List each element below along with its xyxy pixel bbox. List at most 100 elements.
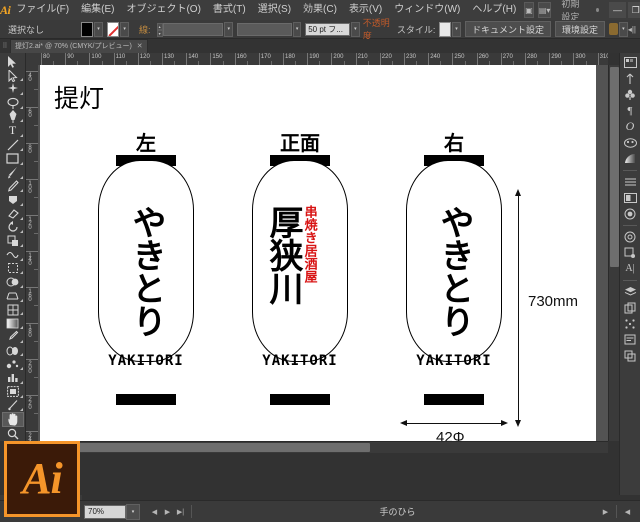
- zoom-level-field[interactable]: 70%: [84, 504, 126, 519]
- menu-select[interactable]: 選択(S): [252, 0, 297, 20]
- brushes-panel-icon[interactable]: [622, 87, 639, 102]
- links-panel-icon[interactable]: [622, 316, 639, 331]
- tool-hand[interactable]: [1, 412, 24, 428]
- appearance-panel-icon[interactable]: [622, 206, 639, 221]
- arrange-documents-icon[interactable]: ▤▾: [537, 2, 552, 18]
- tool-pencil[interactable]: [2, 180, 24, 194]
- bridge-icon[interactable]: ▣: [524, 2, 534, 18]
- menu-effect[interactable]: 効果(C): [297, 0, 343, 20]
- document-tab[interactable]: 提灯2.ai* @ 70% (CMYK/プレビュー) ✕: [10, 38, 148, 54]
- artboards-panel-icon[interactable]: [622, 300, 639, 315]
- style-dropdown-icon[interactable]: ▾: [452, 21, 461, 37]
- document-setup-button[interactable]: ドキュメント設定: [464, 21, 551, 37]
- ruler-label-v: 40: [27, 73, 33, 81]
- close-tab-icon[interactable]: ✕: [137, 42, 143, 50]
- gradient-panel-icon[interactable]: [622, 151, 639, 166]
- stroke-profile-dropdown-icon[interactable]: ▾: [292, 21, 302, 37]
- stroke-dropdown-icon[interactable]: ▾: [120, 21, 130, 37]
- stroke-weight-field[interactable]: [162, 22, 224, 36]
- paragraph-panel-icon[interactable]: ¶: [622, 103, 639, 118]
- tool-eyedropper[interactable]: [2, 330, 24, 344]
- brush-definition-field[interactable]: 50 pt フ...: [305, 22, 350, 36]
- tool-line-segment[interactable]: [2, 138, 24, 152]
- tool-magic-wand[interactable]: [2, 82, 24, 96]
- stroke-profile-field[interactable]: [236, 22, 292, 36]
- tool-blend[interactable]: [2, 344, 24, 358]
- document-info-icon[interactable]: [622, 332, 639, 347]
- next-artboard-button[interactable]: ▶: [161, 505, 174, 519]
- window-maximize-button[interactable]: ❐: [627, 2, 640, 18]
- menu-window[interactable]: ウィンドウ(W): [388, 0, 466, 20]
- tool-paintbrush[interactable]: [2, 166, 24, 180]
- fill-color-swatch[interactable]: [81, 21, 94, 37]
- transparency-panel-icon[interactable]: [622, 190, 639, 205]
- preferences-button[interactable]: 環境設定: [554, 21, 605, 37]
- tool-slice[interactable]: [2, 399, 24, 413]
- lantern-left[interactable]: 左 やきとり YAKITORI: [98, 127, 194, 427]
- stroke-weight-dropdown-icon[interactable]: ▾: [224, 21, 234, 37]
- tabbar-grip-icon[interactable]: ⠿: [0, 39, 10, 53]
- dock-divider-2: [623, 225, 637, 226]
- last-artboard-button[interactable]: ▶|: [174, 505, 187, 519]
- lantern-right[interactable]: 右 やきとり YAKITORI: [406, 127, 502, 427]
- tool-direct-selection[interactable]: [2, 69, 24, 83]
- vertical-scrollbar-thumb[interactable]: [610, 67, 619, 267]
- tool-zoom[interactable]: [2, 427, 24, 441]
- status-menu-icon[interactable]: ▶: [599, 505, 612, 519]
- menu-type[interactable]: 書式(T): [207, 0, 252, 20]
- tool-selection[interactable]: [2, 55, 24, 69]
- menu-help[interactable]: ヘルプ(H): [466, 0, 522, 20]
- tool-column-graph[interactable]: [2, 371, 24, 385]
- tool-gradient[interactable]: [2, 316, 24, 330]
- color-guide-icon[interactable]: [622, 71, 639, 86]
- menu-file[interactable]: ファイル(F): [10, 0, 75, 20]
- tool-blob-brush[interactable]: [2, 193, 24, 207]
- character-panel-icon[interactable]: O: [622, 119, 639, 134]
- tool-lasso[interactable]: [2, 96, 24, 110]
- symbols-panel-icon[interactable]: [622, 245, 639, 260]
- artboard[interactable]: 提灯 左 やきとり YAKITORI 正面 厚狭川 串焼き居酒屋 YAKITOR…: [40, 65, 596, 441]
- horizontal-scrollbar-thumb[interactable]: [40, 443, 370, 452]
- status-resize-grip-icon[interactable]: ◀: [621, 505, 634, 519]
- brush-dropdown-icon[interactable]: ▾: [350, 21, 360, 37]
- align-options-icon[interactable]: [608, 23, 619, 35]
- prev-artboard-button[interactable]: ◀: [148, 505, 161, 519]
- horizontal-scrollbar[interactable]: [38, 441, 608, 453]
- align-dropdown-icon[interactable]: ▾: [619, 21, 628, 37]
- tool-perspective-grid[interactable]: [2, 289, 24, 303]
- tool-symbol-sprayer[interactable]: [2, 357, 24, 371]
- lantern-front[interactable]: 正面 厚狭川 串焼き居酒屋 YAKITORI: [252, 127, 348, 427]
- graphic-styles-icon[interactable]: [622, 229, 639, 244]
- menu-object[interactable]: オブジェクト(O): [120, 0, 206, 20]
- tool-shape-builder[interactable]: [2, 275, 24, 289]
- color-panel-icon[interactable]: [622, 55, 639, 70]
- menu-edit[interactable]: 編集(E): [75, 0, 120, 20]
- stroke-color-swatch[interactable]: [107, 21, 120, 37]
- window-minimize-button[interactable]: —: [609, 2, 626, 18]
- ruler-tick-v: [26, 71, 38, 72]
- lantern-right-text-group: やきとり: [406, 205, 502, 355]
- layers-panel-icon[interactable]: [622, 284, 639, 299]
- tool-rotate[interactable]: [2, 221, 24, 235]
- ruler-tick-v: [26, 287, 38, 288]
- fill-dropdown-icon[interactable]: ▾: [94, 21, 103, 37]
- tool-scale[interactable]: [2, 234, 24, 248]
- control-bar-overflow-icon[interactable]: ◂||: [628, 25, 636, 34]
- stroke-panel-icon[interactable]: [622, 174, 639, 189]
- tool-artboard[interactable]: [2, 385, 24, 399]
- tool-free-transform[interactable]: [2, 262, 24, 276]
- character-styles-icon[interactable]: A|: [622, 261, 639, 276]
- tool-width[interactable]: [2, 248, 24, 262]
- current-tool-label[interactable]: 手のひら: [379, 505, 415, 518]
- swatches-panel-icon[interactable]: [622, 135, 639, 150]
- tool-pen[interactable]: [2, 110, 24, 124]
- canvas-area[interactable]: 提灯 左 やきとり YAKITORI 正面 厚狭川 串焼き居酒屋 YAKITOR…: [38, 65, 608, 441]
- tool-mesh[interactable]: [2, 303, 24, 317]
- tool-eraser[interactable]: [2, 207, 24, 221]
- style-swatch[interactable]: [439, 21, 452, 37]
- tool-rectangle[interactable]: [2, 152, 24, 166]
- zoom-dropdown-icon[interactable]: ▾: [126, 503, 140, 520]
- ruler-label: 240: [430, 54, 441, 60]
- tool-type[interactable]: T: [2, 123, 24, 138]
- separations-preview-icon[interactable]: [622, 348, 639, 363]
